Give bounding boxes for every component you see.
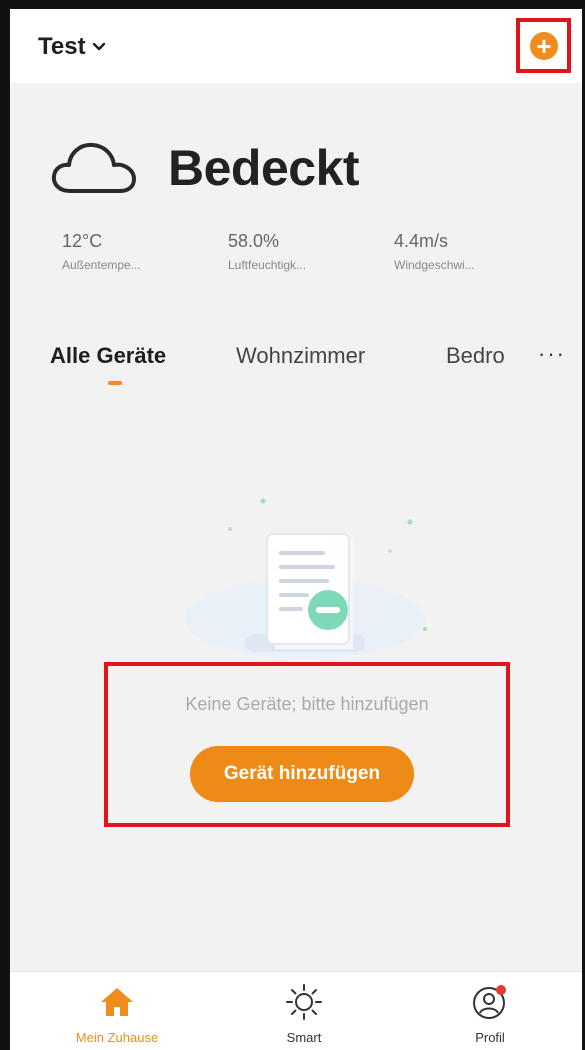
weather-condition: Bedeckt <box>168 140 360 196</box>
stat-value: 12°C <box>62 231 103 251</box>
add-device-button[interactable]: Gerät hinzufügen <box>190 746 414 802</box>
highlight-box-empty-state: Keine Geräte; bitte hinzufügen Gerät hin… <box>104 662 510 827</box>
home-name: Test <box>38 33 86 60</box>
plus-icon: + <box>536 31 552 61</box>
stat-label: Windgeschwi... <box>394 258 475 272</box>
active-tab-indicator <box>108 381 122 385</box>
stat-temperature: 12°C Außentempe... <box>62 231 228 272</box>
stat-wind: 4.4m/s Windgeschwi... <box>394 231 560 272</box>
highlight-box-add: + <box>516 18 571 73</box>
home-icon <box>101 988 133 1016</box>
add-button[interactable]: + <box>530 32 558 60</box>
stat-humidity: 58.0% Luftfeuchtigk... <box>228 231 394 272</box>
bottom-navigation: Mein Zuhause Smart Profil <box>10 971 582 1050</box>
nav-mein-zuhause[interactable]: Mein Zuhause <box>52 982 182 1045</box>
nav-label: Profil <box>475 1030 505 1045</box>
top-bar: Test + <box>10 9 582 83</box>
weather-summary: Bedeckt <box>50 139 360 197</box>
profile-icon <box>473 985 506 1019</box>
more-tabs-button[interactable]: ··· <box>538 341 566 367</box>
chevron-down-icon <box>92 42 105 51</box>
nav-profil[interactable]: Profil <box>425 982 555 1045</box>
tab-alle-geraete[interactable]: Alle Geräte <box>50 343 166 369</box>
sun-icon <box>286 984 322 1020</box>
nav-label: Mein Zuhause <box>75 1030 159 1045</box>
empty-state-message: Keine Geräte; bitte hinzufügen <box>185 694 429 714</box>
home-selector[interactable]: Test <box>38 33 106 61</box>
weather-stats: 12°C Außentempe... 58.0% Luftfeuchtigk..… <box>62 231 560 272</box>
stat-value: 58.0% <box>228 231 280 251</box>
tab-wohnzimmer[interactable]: Wohnzimmer <box>236 343 365 369</box>
room-tabs: Alle Geräte Wohnzimmer Bedro ··· <box>50 341 580 403</box>
stat-value: 4.4m/s <box>394 231 449 251</box>
nav-label: Smart <box>286 1030 322 1045</box>
stat-label: Luftfeuchtigk... <box>228 258 307 272</box>
cloud-icon <box>51 142 136 193</box>
app-screen: Test + Bedeckt 12°C Außentempe... 58.0% … <box>0 0 585 1050</box>
tab-bedroom[interactable]: Bedro <box>446 343 505 369</box>
stat-label: Außentempe... <box>62 258 141 272</box>
empty-illustration <box>185 498 427 659</box>
nav-smart[interactable]: Smart <box>239 982 369 1045</box>
notification-dot <box>496 985 506 995</box>
